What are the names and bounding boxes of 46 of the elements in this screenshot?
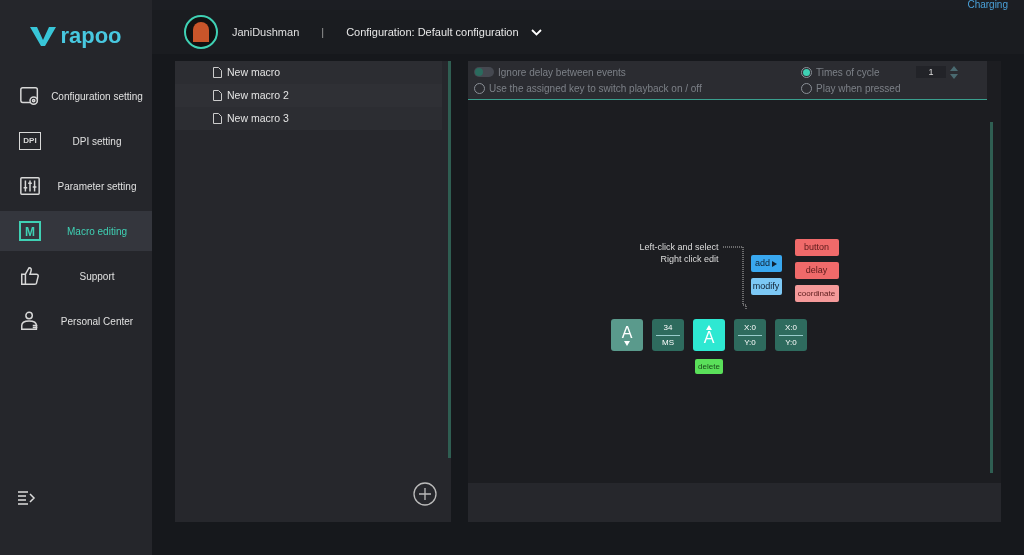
thumbs-up-icon [19,265,41,287]
macro-item[interactable]: New macro 3 [175,107,442,130]
logo-text: rapoo [60,25,122,47]
avatar [184,15,218,49]
coordinate-event[interactable]: X:0 Y:0 [775,319,807,351]
coordinate-option[interactable]: coordinate [794,285,839,302]
config-icon [19,85,41,107]
coordinate-event[interactable]: X:0 Y:0 [734,319,766,351]
add-macro-button[interactable] [413,482,437,506]
file-icon [213,90,222,101]
macro-item[interactable]: New macro [175,61,442,84]
user-name: JaniDushman [232,24,300,40]
option-label: Times of cycle [816,65,881,80]
hint-text: Right click edit [660,253,719,265]
macro-item[interactable]: New macro 2 [175,84,442,107]
sidebar-item[interactable]: Parameter setting [0,166,152,206]
chevron-down-icon [530,28,542,36]
sidebar-item[interactable]: DPI DPI setting [0,121,152,161]
separator: | [320,24,326,40]
delay-option[interactable]: delay [794,262,839,279]
option-label: Use the assigned key to switch playback on / off [489,81,702,96]
sidebar-item[interactable]: Configuration setting [0,76,152,116]
cycle-count-field[interactable]: 1 [916,66,946,78]
play-icon [772,260,778,267]
sidebar-item[interactable]: Support [0,256,152,296]
option-label: Ignore delay between events [498,65,626,80]
dpi-icon: DPI [19,132,41,150]
sliders-icon [19,175,41,197]
file-icon [213,113,222,124]
modify-button[interactable]: modify [750,278,782,295]
hint-text: Left-click and select [639,241,719,253]
option-label: Play when pressed [816,81,901,96]
spinner-icon[interactable] [950,65,958,79]
logo-icon [30,25,57,47]
macro-icon: M [19,221,41,241]
add-button[interactable]: add [750,255,782,272]
button-option[interactable]: button [794,239,839,256]
toggle-switch[interactable] [474,67,494,77]
menu-icon[interactable] [18,491,36,505]
sidebar-item[interactable]: M Macro editing [0,211,152,251]
delete-button[interactable]: delete [695,359,723,374]
file-icon [213,67,222,78]
delay-event[interactable]: 34 MS [652,319,684,351]
configuration-select[interactable]: Configuration: Default configuration [346,23,542,41]
charging-status: Charging [967,0,1008,10]
sidebar-item[interactable]: Personal Center [0,301,152,341]
